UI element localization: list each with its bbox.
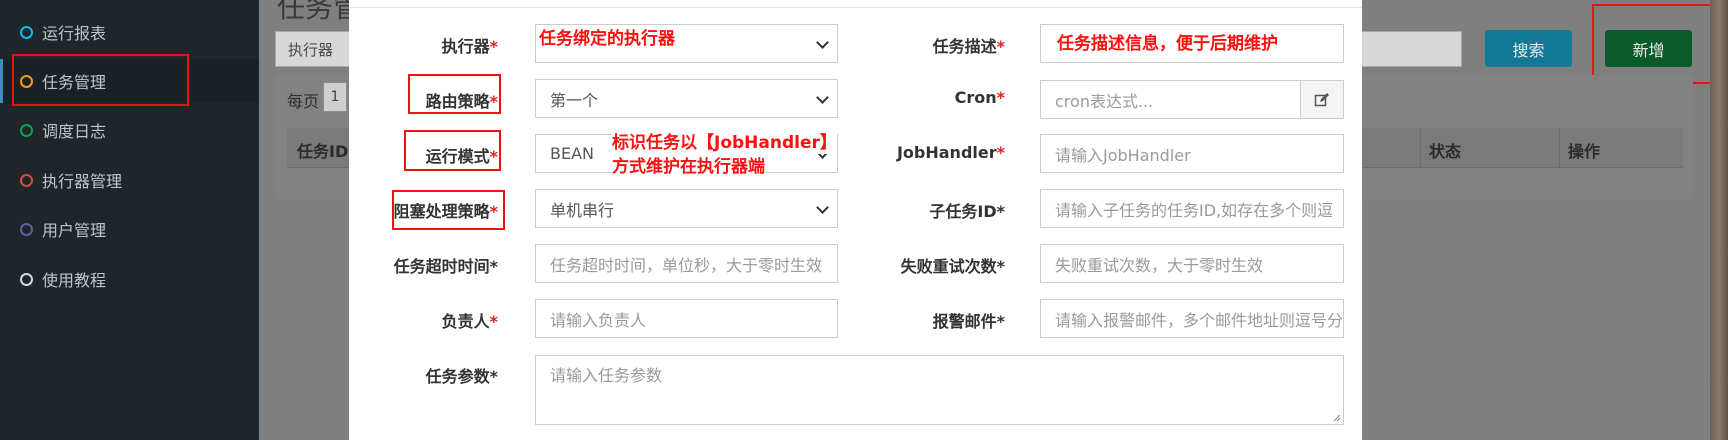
resize-handle-icon[interactable]	[1331, 412, 1341, 422]
alarm-email-label: 报警邮件*	[932, 312, 1005, 331]
perpage-value: 1	[330, 89, 340, 105]
annotation-run-mode-line1: 标识任务以【JobHandler】	[612, 132, 837, 154]
child-job-id-label: 子任务ID*	[929, 202, 1005, 221]
owner-label: 负责人*	[442, 308, 498, 332]
retry-label: 失败重试次数*	[900, 257, 1005, 276]
circle-icon	[20, 123, 33, 137]
circle-icon	[20, 25, 33, 39]
cron-placeholder: cron表达式...	[1055, 91, 1154, 111]
job-handler-label: JobHandler*	[897, 143, 1005, 162]
circle-icon	[20, 222, 33, 236]
annotation-executor: 任务绑定的执行器	[539, 28, 675, 50]
run-mode-value: BEAN	[550, 144, 594, 163]
highlight-box-route-strategy	[408, 74, 501, 114]
required-mark: *	[996, 143, 1005, 162]
owner-label-text: 负责人	[441, 312, 490, 331]
annotation-description: 任务描述信息，便于后期维护	[1057, 33, 1278, 55]
search-button[interactable]: 搜索	[1485, 30, 1572, 67]
timeout-input[interactable]: 任务超时时间，单位秒，大于零时生效	[535, 244, 838, 283]
sidebar: 运行报表 任务管理 调度日志 执行器管理 用户管理 使用教程	[0, 0, 259, 440]
retry-input[interactable]: 失败重试次数，大于零时生效	[1040, 244, 1344, 283]
executor-filter-label: 执行器	[288, 40, 334, 59]
child-job-id-placeholder: 请输入子任务的任务ID,如存在多个则逗	[1055, 200, 1334, 220]
highlight-box-task-manage	[12, 54, 189, 106]
owner-input[interactable]: 请输入负责人	[535, 299, 838, 338]
screen: 运行报表 任务管理 调度日志 执行器管理 用户管理 使用教程 任务管 执行器 搜…	[0, 0, 1728, 440]
sidebar-item-label: 用户管理	[42, 221, 107, 240]
executor-label: 执行器*	[442, 33, 498, 57]
owner-placeholder: 请输入负责人	[550, 310, 647, 330]
params-placeholder: 请输入任务参数	[550, 366, 663, 385]
retry-placeholder: 失败重试次数，大于零时生效	[1055, 255, 1264, 275]
perpage-label: 每页	[287, 92, 320, 111]
sidebar-item-executor-manage[interactable]: 执行器管理	[0, 158, 259, 202]
column-header-operation: 操作	[1559, 128, 1683, 168]
sidebar-item-tutorial[interactable]: 使用教程	[0, 257, 259, 301]
timeout-placeholder: 任务超时时间，单位秒，大于零时生效	[550, 255, 823, 275]
chevron-down-icon	[816, 36, 829, 49]
block-strategy-value: 单机串行	[550, 200, 615, 220]
alarm-email-placeholder: 请输入报警邮件，多个邮件地址则逗号分	[1055, 310, 1344, 330]
executor-label-text: 执行器	[441, 37, 490, 56]
job-handler-label-text: JobHandler	[896, 143, 997, 162]
sidebar-item-label: 运行报表	[42, 24, 107, 43]
route-strategy-value: 第一个	[550, 90, 599, 110]
cron-label-text: Cron	[954, 88, 997, 107]
circle-icon	[20, 272, 33, 286]
sidebar-item-label: 使用教程	[42, 271, 107, 290]
params-label: 任务参数*	[425, 367, 498, 386]
chevron-down-icon	[816, 91, 829, 104]
column-header-status: 状态	[1420, 128, 1554, 168]
alarm-email-input[interactable]: 请输入报警邮件，多个邮件地址则逗号分	[1040, 299, 1344, 338]
chevron-down-icon	[816, 201, 829, 214]
circle-icon	[20, 173, 33, 187]
sidebar-item-user-manage[interactable]: 用户管理	[0, 207, 259, 251]
cron-edit-button[interactable]	[1300, 80, 1344, 119]
timeout-label: 任务超时时间*	[393, 257, 498, 276]
job-handler-input[interactable]: 请输入JobHandler	[1040, 134, 1344, 173]
required-mark: *	[996, 37, 1005, 56]
highlight-box-add-button	[1592, 4, 1713, 84]
add-task-modal: 执行器* 任务描述* 路由策略* 第一个 Cron* cron表达式... 运行…	[349, 0, 1362, 440]
description-label-text: 任务描述	[932, 37, 997, 56]
sidebar-item-dispatch-log[interactable]: 调度日志	[0, 108, 259, 152]
column-header-id: 任务ID	[297, 142, 349, 161]
sidebar-item-label: 调度日志	[42, 122, 107, 141]
job-handler-placeholder: 请输入JobHandler	[1055, 145, 1191, 165]
required-mark: *	[996, 88, 1005, 107]
block-strategy-select[interactable]: 单机串行	[535, 189, 838, 228]
cron-label: Cron*	[955, 88, 1005, 107]
required-mark: *	[489, 37, 498, 56]
route-strategy-select[interactable]: 第一个	[535, 79, 838, 118]
window-edge	[1710, 0, 1728, 440]
highlight-box-block-strategy	[392, 190, 505, 230]
required-mark: *	[489, 312, 498, 331]
annotation-run-mode-line2: 方式维护在执行器端	[612, 156, 765, 178]
modal-header-divider	[349, 0, 1362, 8]
highlight-box-run-mode	[404, 130, 501, 171]
sidebar-item-report[interactable]: 运行报表	[0, 10, 259, 54]
params-textarea[interactable]: 请输入任务参数	[535, 355, 1344, 425]
cron-input[interactable]: cron表达式...	[1040, 80, 1301, 119]
edit-icon	[1314, 92, 1329, 106]
sidebar-item-label: 执行器管理	[42, 172, 123, 191]
perpage-select[interactable]: 1	[323, 82, 347, 112]
description-label: 任务描述*	[933, 33, 1005, 57]
child-job-id-input[interactable]: 请输入子任务的任务ID,如存在多个则逗	[1040, 189, 1344, 228]
